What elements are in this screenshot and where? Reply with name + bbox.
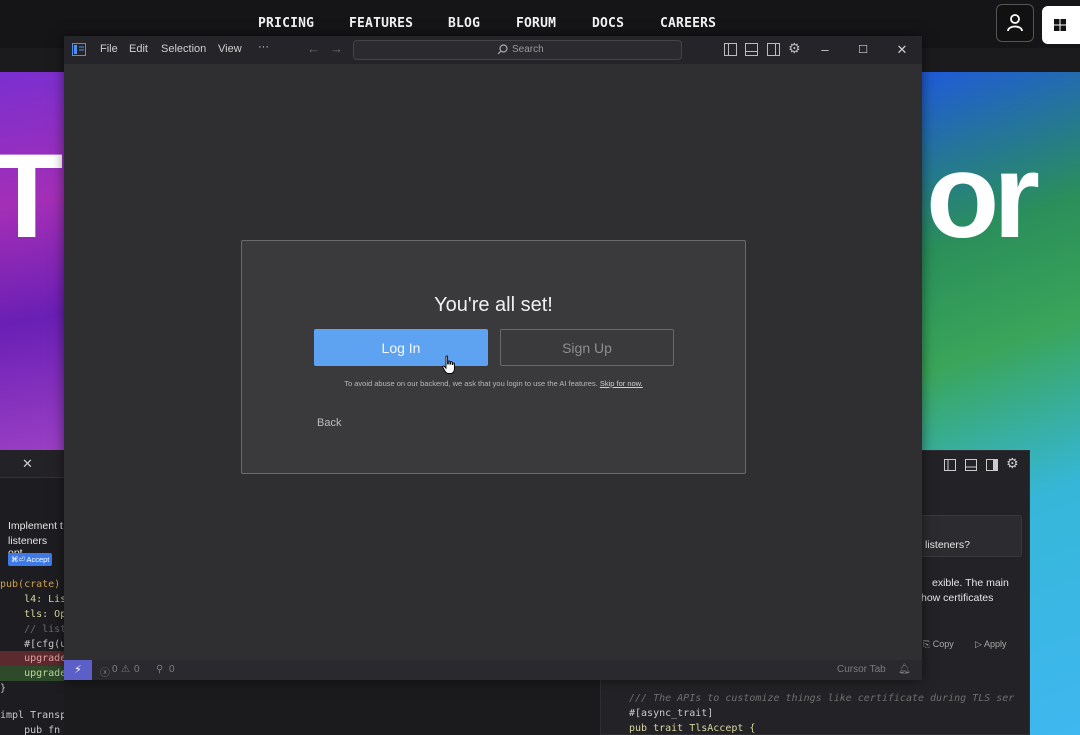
chat-message: Implement t [8, 520, 63, 532]
log-in-button[interactable]: Log In [314, 329, 488, 366]
chat-answer: how certificates [921, 592, 994, 604]
error-count[interactable]: 0 [112, 664, 118, 675]
maximize-icon[interactable]: ☐ [848, 40, 878, 60]
code-line: pub(crate) s [0, 579, 61, 590]
dialog-title: You're all set! [434, 294, 553, 316]
warning-icon[interactable]: ⚠ [121, 664, 130, 675]
nav-link-features[interactable]: FEATURES [349, 16, 413, 31]
nav-link-docs[interactable]: DOCS [592, 16, 624, 31]
notifications-bell-icon[interactable]: 🔔︎ [898, 664, 911, 675]
cursor-tab-status[interactable]: Cursor Tab [837, 664, 886, 675]
toggle-sidebar-icon[interactable] [724, 43, 737, 56]
code-line: l4: List [24, 594, 64, 605]
apply-label: Apply [983, 639, 1007, 649]
close-window-icon[interactable]: ✕ [887, 40, 917, 60]
error-icon[interactable]: ⓧ [100, 664, 110, 679]
settings-gear-icon[interactable]: ⚙ [788, 40, 801, 57]
code-line: #[async_trait] [629, 708, 714, 719]
sign-up-button[interactable]: Sign Up [500, 329, 674, 366]
menu-selection[interactable]: Selection [161, 43, 206, 55]
chat-answer: exible. The main [932, 577, 1009, 589]
ports-count[interactable]: 0 [169, 664, 175, 675]
layout-right-icon [986, 459, 998, 471]
status-bar: ⚡ ⓧ 0 ⚠ 0 ⚲ 0 Cursor Tab 🔔︎ [64, 660, 922, 680]
code-line: pub fn as_str(&self) -> &str { [24, 725, 61, 735]
menu-file[interactable]: File [100, 43, 118, 55]
ports-icon[interactable]: ⚲ [156, 664, 163, 675]
windows-icon [1054, 19, 1066, 31]
layout-sidebar-icon [944, 459, 956, 471]
forward-arrow-icon[interactable]: → [330, 41, 343, 56]
onboarding-login-dialog: You're all set! Log In Sign Up To avoid … [241, 240, 746, 474]
title-bar: File Edit Selection View ··· ← → Search … [64, 36, 922, 64]
search-icon [497, 44, 508, 55]
copy-button[interactable]: ⎘ Copy [923, 639, 954, 650]
menu-view[interactable]: View [218, 43, 242, 55]
layout-panel-icon [965, 459, 977, 471]
code-line: } [0, 683, 7, 694]
code-line-removed: upgrade_ [0, 651, 64, 666]
code-line: tls: Opt [24, 609, 64, 620]
app-window: File Edit Selection View ··· ← → Search … [64, 36, 922, 680]
code-line: #[cfg(un [24, 639, 64, 650]
toggle-secondary-sidebar-icon[interactable] [767, 43, 780, 56]
nav-link-careers[interactable]: CAREERS [660, 16, 716, 31]
warning-count[interactable]: 0 [134, 664, 140, 675]
apply-button[interactable]: ▷ Apply [975, 639, 1006, 650]
menu-edit[interactable]: Edit [129, 43, 148, 55]
close-icon: ✕ [22, 456, 33, 471]
login-notice-text: To avoid abuse on our backend, we ask th… [344, 379, 598, 388]
hero-headline-fragment: Th [0, 129, 64, 263]
remote-indicator-icon[interactable]: ⚡ [64, 660, 92, 680]
nav-link-forum[interactable]: FORUM [516, 16, 556, 31]
back-link[interactable]: Back [317, 417, 341, 429]
accept-badge[interactable]: ⌘⏎ Accept [8, 553, 53, 566]
search-placeholder: Search [512, 44, 544, 55]
download-button[interactable] [1042, 6, 1080, 44]
code-line: impl TransportStack { [0, 710, 64, 721]
hand-pointer-cursor-icon [442, 355, 455, 374]
minimize-icon[interactable]: – [810, 40, 840, 60]
menu-more[interactable]: ··· [258, 41, 269, 53]
nav-link-blog[interactable]: BLOG [448, 16, 480, 31]
gear-icon: ⚙ [1006, 455, 1019, 471]
app-logo-icon [72, 43, 86, 56]
hero-headline-fragment: or [926, 129, 1040, 263]
copy-label: Copy [932, 639, 954, 649]
code-line-added: upgrade_ [0, 666, 64, 681]
toggle-panel-icon[interactable] [745, 43, 758, 56]
code-line: pub trait TlsAccept { [629, 723, 756, 734]
hero-banner-left: Th [0, 72, 64, 450]
command-search-input[interactable]: Search [353, 40, 682, 60]
user-icon [1007, 14, 1023, 32]
code-line: /// The APIs to customize things like ce… [629, 693, 1015, 704]
chat-message: listeners? [925, 539, 970, 551]
skip-for-now-link[interactable]: Skip for now. [600, 379, 643, 388]
login-notice: To avoid abuse on our backend, we ask th… [242, 379, 745, 388]
nav-link-pricing[interactable]: PRICING [258, 16, 314, 31]
back-arrow-icon[interactable]: ← [307, 41, 320, 56]
account-button[interactable] [996, 4, 1034, 42]
code-line: // liste [24, 624, 64, 635]
background-editor-left: ✕ Implement t listeners opt ⌘⏎ Accept pu… [0, 450, 64, 735]
